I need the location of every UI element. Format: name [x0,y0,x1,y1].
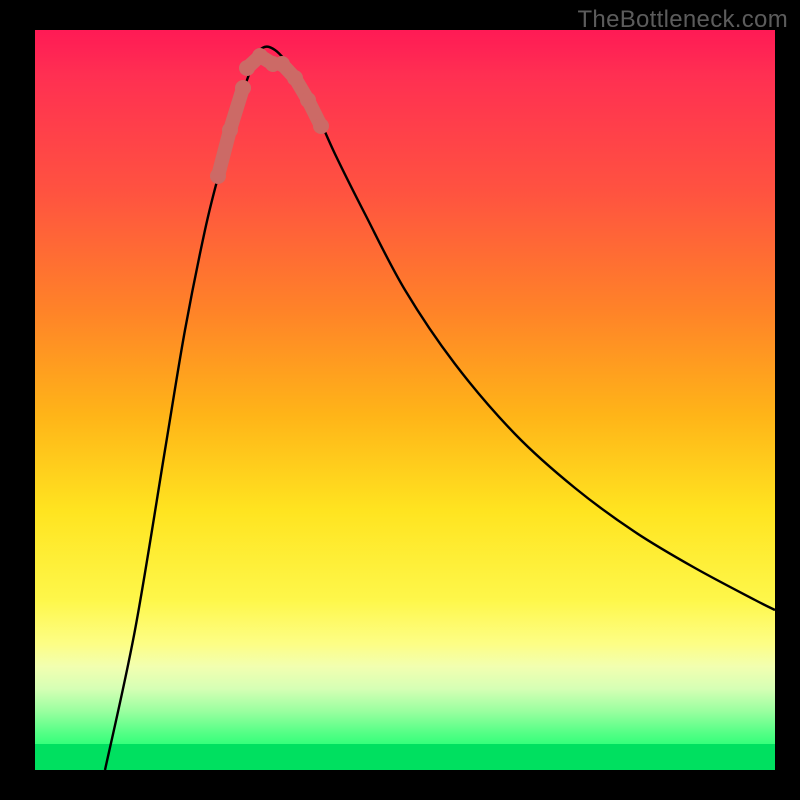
marker-dot [287,70,303,86]
marker-dot [210,168,226,184]
marker-dot [235,80,251,96]
marker-dot [222,122,238,138]
plot-area [35,30,775,770]
marker-dot [274,56,290,72]
bottleneck-curve [105,47,775,770]
marker-dot [300,92,316,108]
marker-dot [239,60,255,76]
curve-svg [35,30,775,770]
marker-segment [282,64,321,126]
chart-frame: TheBottleneck.com [0,0,800,800]
curve-path [105,47,775,770]
marker-dot [313,118,329,134]
marker-group [210,48,329,184]
